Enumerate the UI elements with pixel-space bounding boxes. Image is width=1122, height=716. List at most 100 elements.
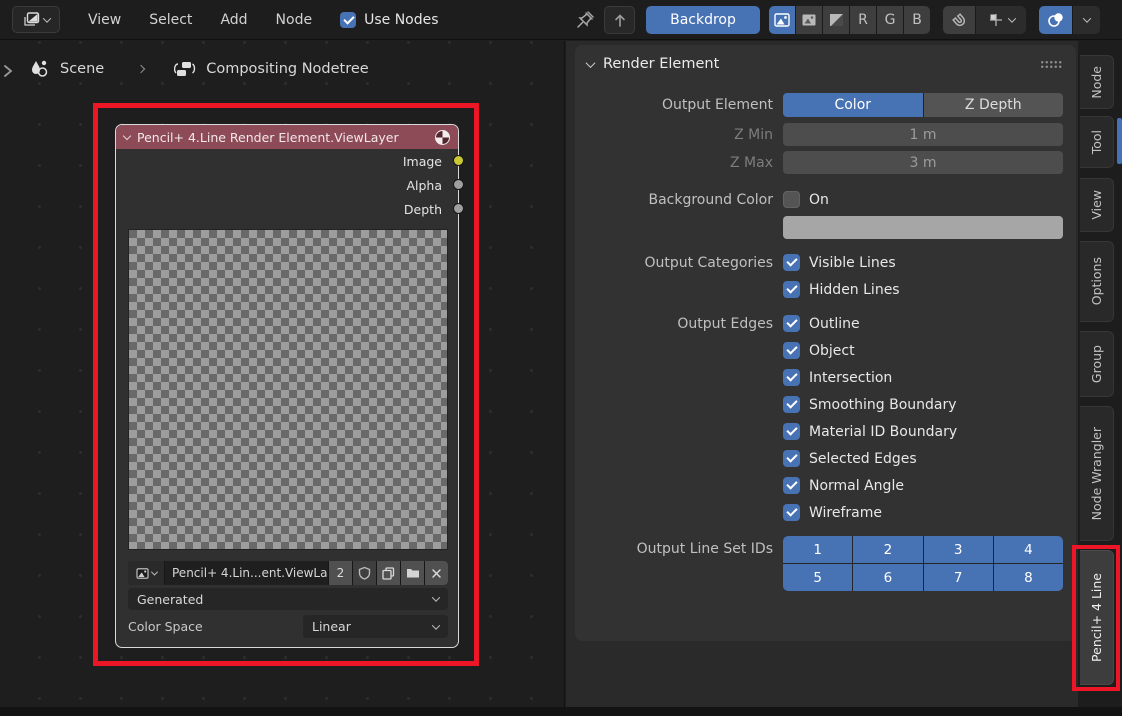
output-element-color-option[interactable]: Color: [783, 93, 923, 117]
normal-angle-checkbox[interactable]: [783, 477, 800, 494]
tab-tool[interactable]: Tool: [1080, 116, 1114, 168]
smoothing-boundary-toggle[interactable]: Smoothing Boundary: [783, 396, 957, 413]
channel-color-image-icon[interactable]: [769, 6, 795, 34]
line-set-id-7[interactable]: 7: [924, 564, 993, 591]
use-nodes-checkbox[interactable]: [340, 12, 356, 28]
wireframe-checkbox[interactable]: [783, 504, 800, 521]
tab-view[interactable]: View: [1080, 178, 1114, 232]
smoothing-boundary-checkbox[interactable]: [783, 396, 800, 413]
output-element-label: Output Element: [587, 97, 773, 113]
hidden-lines-checkbox[interactable]: [783, 281, 800, 298]
channel-r-button[interactable]: R: [850, 6, 876, 34]
background-color-swatch[interactable]: [783, 216, 1063, 239]
breadcrumb-nodetree: Compositing Nodetree: [206, 61, 369, 77]
annotation-box-node: [93, 103, 479, 666]
line-set-id-4[interactable]: 4: [994, 536, 1063, 563]
nodetree-icon: [174, 59, 196, 79]
panel-header[interactable]: Render Element: [587, 51, 1064, 77]
output-edges-row-7: Normal Angle: [587, 477, 1064, 494]
line-set-id-8[interactable]: 8: [994, 564, 1063, 591]
z-max-field[interactable]: 3 m: [783, 151, 1063, 174]
overlays-dropdown[interactable]: [1073, 6, 1100, 34]
render-element-panel: Render Element Output Element Color Z De…: [575, 45, 1076, 641]
wireframe-toggle[interactable]: Wireframe: [783, 504, 882, 521]
pin-icon[interactable]: [575, 10, 595, 30]
intersection-checkbox[interactable]: [783, 369, 800, 386]
menu-node[interactable]: Node: [262, 12, 327, 28]
panel-drag-grip-icon[interactable]: [1040, 60, 1062, 69]
header-right-tools: Backdrop: [575, 0, 1100, 40]
line-set-id-3[interactable]: 3: [924, 536, 993, 563]
line-set-id-6[interactable]: 6: [853, 564, 922, 591]
hidden-lines-toggle[interactable]: Hidden Lines: [783, 281, 900, 298]
backdrop-button[interactable]: Backdrop: [646, 6, 760, 34]
overlays-toggle-icon[interactable]: [1039, 6, 1072, 34]
outline-checkbox[interactable]: [783, 315, 800, 332]
chevron-down-icon: [1082, 14, 1090, 22]
menu-add[interactable]: Add: [206, 12, 261, 28]
channel-g-button[interactable]: G: [877, 6, 903, 34]
object-toggle[interactable]: Object: [783, 342, 855, 359]
normal-angle-toggle[interactable]: Normal Angle: [783, 477, 904, 494]
go-parent-nodetree-button[interactable]: [604, 6, 635, 34]
material-id-boundary-toggle[interactable]: Material ID Boundary: [783, 423, 957, 440]
breadcrumb-scene[interactable]: Scene: [60, 61, 104, 77]
output-line-set-ids-label: Output Line Set IDs: [587, 541, 773, 557]
use-nodes-toggle[interactable]: Use Nodes: [340, 12, 438, 28]
line-set-id-2[interactable]: 2: [853, 536, 922, 563]
tab-options[interactable]: Options: [1080, 241, 1114, 322]
visible-lines-checkbox[interactable]: [783, 254, 800, 271]
channel-matte-icon[interactable]: [823, 6, 849, 34]
output-categories-row-1: Output Categories Visible Lines: [587, 254, 1064, 271]
channel-alpha-image-icon[interactable]: [796, 6, 822, 34]
output-edges-row-4: Smoothing Boundary: [587, 396, 1064, 413]
chevron-down-icon: [42, 14, 50, 22]
region-scrollbar[interactable]: [1117, 118, 1122, 164]
background-color-toggle[interactable]: On: [783, 191, 829, 208]
annotation-box-pencil-tab: [1072, 545, 1120, 691]
menu-select[interactable]: Select: [135, 12, 206, 28]
z-max-label: Z Max: [587, 155, 773, 171]
visible-lines-toggle[interactable]: Visible Lines: [783, 254, 896, 271]
background-on-label: On: [809, 192, 829, 208]
line-set-id-5[interactable]: 5: [783, 564, 852, 591]
snap-magnet-icon[interactable]: [943, 6, 975, 34]
channel-b-button[interactable]: B: [904, 6, 930, 34]
object-checkbox[interactable]: [783, 342, 800, 359]
panel-collapse-chevron-icon[interactable]: [586, 58, 596, 68]
z-min-label: Z Min: [587, 127, 773, 143]
snap-target-dropdown[interactable]: [976, 6, 1026, 34]
snap-controls: [943, 6, 1026, 34]
menu-view[interactable]: View: [74, 12, 135, 28]
intersection-toggle[interactable]: Intersection: [783, 369, 892, 386]
use-nodes-label: Use Nodes: [364, 12, 438, 28]
compositor-editor-icon: [23, 12, 40, 27]
tab-node-wrangler[interactable]: Node Wrangler: [1080, 406, 1114, 541]
tab-group[interactable]: Group: [1080, 331, 1114, 397]
selected-edges-toggle[interactable]: Selected Edges: [783, 450, 917, 467]
editor-header: View Select Add Node Use Nodes: [0, 0, 1122, 40]
background-color-label: Background Color: [587, 192, 773, 208]
background-on-checkbox[interactable]: [783, 191, 800, 208]
output-categories-row-2: Hidden Lines: [587, 281, 1064, 298]
outline-toggle[interactable]: Outline: [783, 315, 860, 332]
material-id-boundary-checkbox[interactable]: [783, 423, 800, 440]
output-edges-row-6: Selected Edges: [587, 450, 1064, 467]
output-element-zdepth-option[interactable]: Z Depth: [924, 93, 1064, 117]
tab-node[interactable]: Node: [1080, 55, 1114, 109]
node-editor-canvas[interactable]: Scene Compositing Nodetree Pencil+ 4.Lin…: [0, 41, 565, 707]
region-expand-arrow-icon[interactable]: [2, 63, 14, 79]
output-edges-row-8: Wireframe: [587, 504, 1064, 521]
output-edges-row-5: Material ID Boundary: [587, 423, 1064, 440]
chevron-right-icon: [137, 65, 145, 73]
z-min-field[interactable]: 1 m: [783, 123, 1063, 146]
backdrop-channel-buttons: R G B: [769, 6, 930, 34]
scene-icon: [28, 59, 50, 79]
line-set-id-1[interactable]: 1: [783, 536, 852, 563]
background-color-row: Background Color On: [587, 191, 1064, 208]
editor-type-dropdown[interactable]: [12, 6, 60, 33]
selected-edges-checkbox[interactable]: [783, 450, 800, 467]
window-bottom-edge: [0, 707, 1122, 716]
output-edges-row-1: Output Edges Outline: [587, 315, 1064, 332]
output-edges-row-2: Object: [587, 342, 1064, 359]
